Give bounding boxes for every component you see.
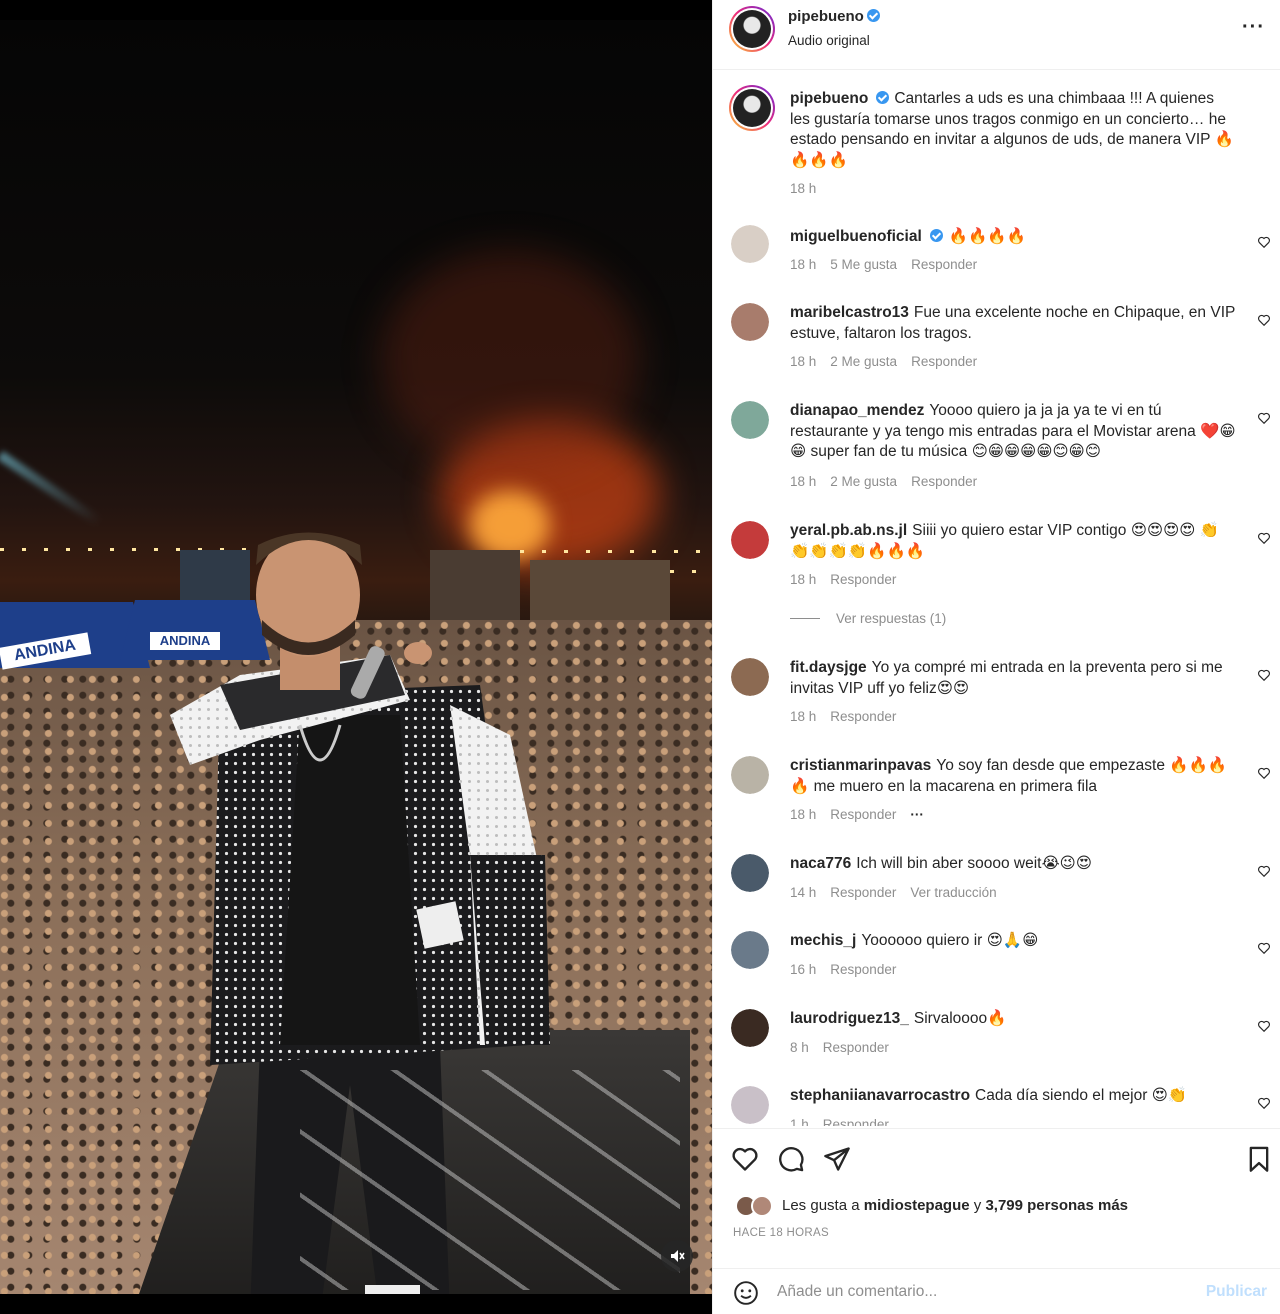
caption-time: 18 h (790, 181, 817, 196)
likes-count[interactable]: 3,799 personas más (985, 1197, 1128, 1214)
author-avatar[interactable] (729, 6, 775, 52)
commenter-avatar[interactable] (731, 1086, 769, 1124)
comment-username[interactable]: cristianmarinpavas (790, 757, 931, 774)
comment-text: Yoooooo quiero ir 😍🙏😁 (861, 932, 1039, 949)
comment-time: 18 h (790, 572, 817, 587)
post-actions: Les gusta a midiostepague y 3,799 person… (713, 1128, 1280, 1268)
commenter-avatar[interactable] (731, 225, 769, 263)
commenter-avatar[interactable] (731, 931, 769, 969)
likes-summary: Les gusta a midiostepague y 3,799 person… (782, 1197, 1129, 1214)
comment-time: 18 h (790, 474, 817, 489)
comment-username[interactable]: miguelbuenoficial (790, 228, 922, 245)
comment-more-options[interactable]: ··· (910, 807, 924, 822)
comment-likes[interactable]: 2 Me gusta (830, 474, 897, 489)
commenter-avatar[interactable] (731, 756, 769, 794)
like-comment-heart-icon[interactable] (1257, 864, 1271, 878)
post-caption: pipebueno Cantarles a uds es una chimbaaa… (713, 85, 1280, 205)
reply-button[interactable]: Responder (823, 1117, 889, 1126)
comments-list[interactable]: pipebueno Cantarles a uds es una chimbaaa… (713, 71, 1280, 1126)
like-comment-heart-icon[interactable] (1257, 1019, 1271, 1033)
post-timestamp[interactable]: HACE 18 HORAS (733, 1227, 829, 1239)
like-comment-heart-icon[interactable] (1257, 313, 1271, 327)
mute-icon (671, 1250, 685, 1262)
verified-badge-icon (876, 91, 890, 104)
reply-button[interactable]: Responder (830, 572, 896, 587)
post-side-panel: pipebueno Audio original ··· pipebueno Ca… (712, 0, 1280, 1314)
post-modal: ANDINA ANDINA pipebueno Audio original ·… (0, 0, 1280, 1314)
like-comment-heart-icon[interactable] (1257, 235, 1271, 249)
comment-username[interactable]: dianapao_mendez (790, 402, 924, 419)
reply-button[interactable]: Responder (830, 962, 896, 977)
comment-input[interactable] (777, 1279, 1197, 1305)
reply-button[interactable]: Responder (911, 474, 977, 489)
comment-username[interactable]: mechis_j (790, 932, 856, 949)
audio-label[interactable]: Audio original (788, 33, 870, 48)
comment-username[interactable]: yeral.pb.ab.ns.jl (790, 522, 907, 539)
comment-time: 8 h (790, 1040, 809, 1055)
comment-icon[interactable] (777, 1145, 805, 1173)
comment-text: Sirvaloooo🔥 (913, 1010, 1007, 1027)
liker-username[interactable]: midiostepague (864, 1197, 970, 1214)
comment-time: 1 h (790, 1117, 809, 1126)
reply-button[interactable]: Responder (911, 257, 977, 272)
author-username[interactable]: pipebueno (788, 8, 864, 25)
comment-username[interactable]: stephaniianavarrocastro (790, 1087, 970, 1104)
share-icon[interactable] (823, 1145, 851, 1173)
video-frame: ANDINA ANDINA (0, 20, 712, 1294)
author-avatar[interactable] (729, 85, 775, 131)
heart-icon[interactable] (731, 1145, 759, 1173)
post-video[interactable]: ANDINA ANDINA (0, 0, 712, 1314)
commenter-avatar[interactable] (731, 1009, 769, 1047)
comment-text: Cada día siendo el mejor 😍👏 (975, 1087, 1188, 1104)
emoji-icon[interactable] (733, 1280, 759, 1306)
view-replies-button[interactable]: Ver respuestas (1) (790, 611, 946, 626)
comment-username[interactable]: naca776 (790, 855, 851, 872)
comment-time: 18 h (790, 257, 817, 272)
comment-likes[interactable]: 5 Me gusta (830, 257, 897, 272)
like-comment-heart-icon[interactable] (1257, 766, 1271, 780)
like-comment-heart-icon[interactable] (1257, 411, 1271, 425)
post-header: pipebueno Audio original ··· (713, 0, 1280, 70)
comment-time: 14 h (790, 885, 817, 900)
reply-button[interactable]: Responder (830, 807, 896, 822)
comment-username[interactable]: laurodriguez13_ (790, 1010, 909, 1027)
commenter-avatar[interactable] (731, 658, 769, 696)
commenter-avatar[interactable] (731, 854, 769, 892)
translate-button[interactable]: Ver traducción (910, 885, 996, 900)
comment-username[interactable]: fit.daysjge (790, 659, 867, 676)
verified-badge-icon (866, 9, 880, 22)
like-comment-heart-icon[interactable] (1257, 668, 1271, 682)
verified-badge-icon (929, 229, 943, 242)
commenter-avatar[interactable] (731, 401, 769, 439)
like-comment-heart-icon[interactable] (1257, 941, 1271, 955)
add-comment-bar: Publicar (713, 1268, 1280, 1314)
comment-text: 🔥🔥🔥🔥 (948, 228, 1026, 245)
publish-button[interactable]: Publicar (1206, 1283, 1267, 1301)
comment-time: 18 h (790, 354, 817, 369)
comment-time: 16 h (790, 962, 817, 977)
like-comment-heart-icon[interactable] (1257, 531, 1271, 545)
reply-button[interactable]: Responder (830, 885, 896, 900)
caption-username[interactable]: pipebueno (790, 90, 868, 107)
reply-button[interactable]: Responder (823, 1040, 889, 1055)
comment-likes[interactable]: 2 Me gusta (830, 354, 897, 369)
reply-button[interactable]: Responder (911, 354, 977, 369)
liker-avatar[interactable] (751, 1195, 773, 1217)
comment-time: 18 h (790, 807, 817, 822)
comment-username[interactable]: maribelcastro13 (790, 304, 909, 321)
commenter-avatar[interactable] (731, 521, 769, 559)
more-options-icon[interactable]: ··· (1242, 16, 1265, 39)
comment-time: 18 h (790, 709, 817, 724)
reply-button[interactable]: Responder (830, 709, 896, 724)
mute-button[interactable] (661, 1240, 693, 1272)
save-icon[interactable] (1245, 1145, 1273, 1173)
comment-text: Ich will bin aber soooo weit😭😉😍 (856, 855, 1092, 872)
commenter-avatar[interactable] (731, 303, 769, 341)
like-comment-heart-icon[interactable] (1257, 1096, 1271, 1110)
